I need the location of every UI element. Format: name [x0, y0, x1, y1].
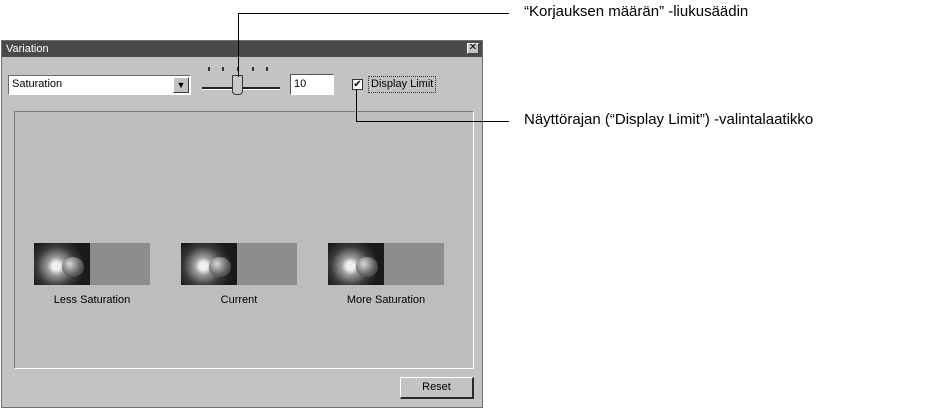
display-limit-label[interactable]: Display Limit	[368, 76, 437, 93]
preview-less-image[interactable]	[34, 243, 150, 285]
preview-current-label: Current	[220, 294, 258, 306]
mode-select[interactable]: Saturation ▼	[8, 75, 191, 95]
mode-select-value: Saturation	[12, 78, 63, 90]
variation-window: Variation ✕ Saturation ▼ 10 ✔ Display Li…	[1, 40, 483, 408]
photo-subject	[62, 257, 84, 277]
close-button[interactable]: ✕	[467, 43, 479, 54]
slider-tick	[208, 67, 210, 71]
window-title: Variation	[6, 43, 49, 55]
amount-slider[interactable]	[200, 65, 284, 101]
chevron-down-icon[interactable]: ▼	[173, 77, 189, 93]
display-limit-checkbox[interactable]: ✔	[352, 79, 363, 90]
preview-current-image[interactable]	[181, 243, 297, 285]
slider-callout-text: “Korjauksen määrän” -liukusäädin	[524, 3, 749, 20]
preview-more-label: More Saturation	[346, 294, 426, 306]
title-bar[interactable]: Variation ✕	[2, 41, 482, 57]
slider-tick	[252, 67, 254, 71]
amount-input[interactable]: 10	[290, 74, 334, 95]
checkbox-callout-vertical	[356, 90, 357, 122]
slider-callout-horizontal	[238, 13, 509, 14]
checkbox-callout-text: Näyttörajan (“Display Limit”) -valintala…	[524, 111, 814, 128]
slider-tick	[266, 67, 268, 71]
checkbox-callout-horizontal	[356, 121, 509, 122]
slider-thumb[interactable]	[232, 75, 243, 95]
preview-more-image[interactable]	[328, 243, 444, 285]
preview-less-label: Less Saturation	[53, 294, 131, 306]
photo-subject	[356, 257, 378, 277]
slider-tick	[222, 67, 224, 71]
reset-button[interactable]: Reset	[400, 377, 474, 399]
preview-panel: Less Saturation Current More Saturation	[14, 111, 474, 369]
photo-subject	[209, 257, 231, 277]
amount-value: 10	[294, 78, 307, 90]
slider-callout-vertical	[238, 13, 239, 77]
